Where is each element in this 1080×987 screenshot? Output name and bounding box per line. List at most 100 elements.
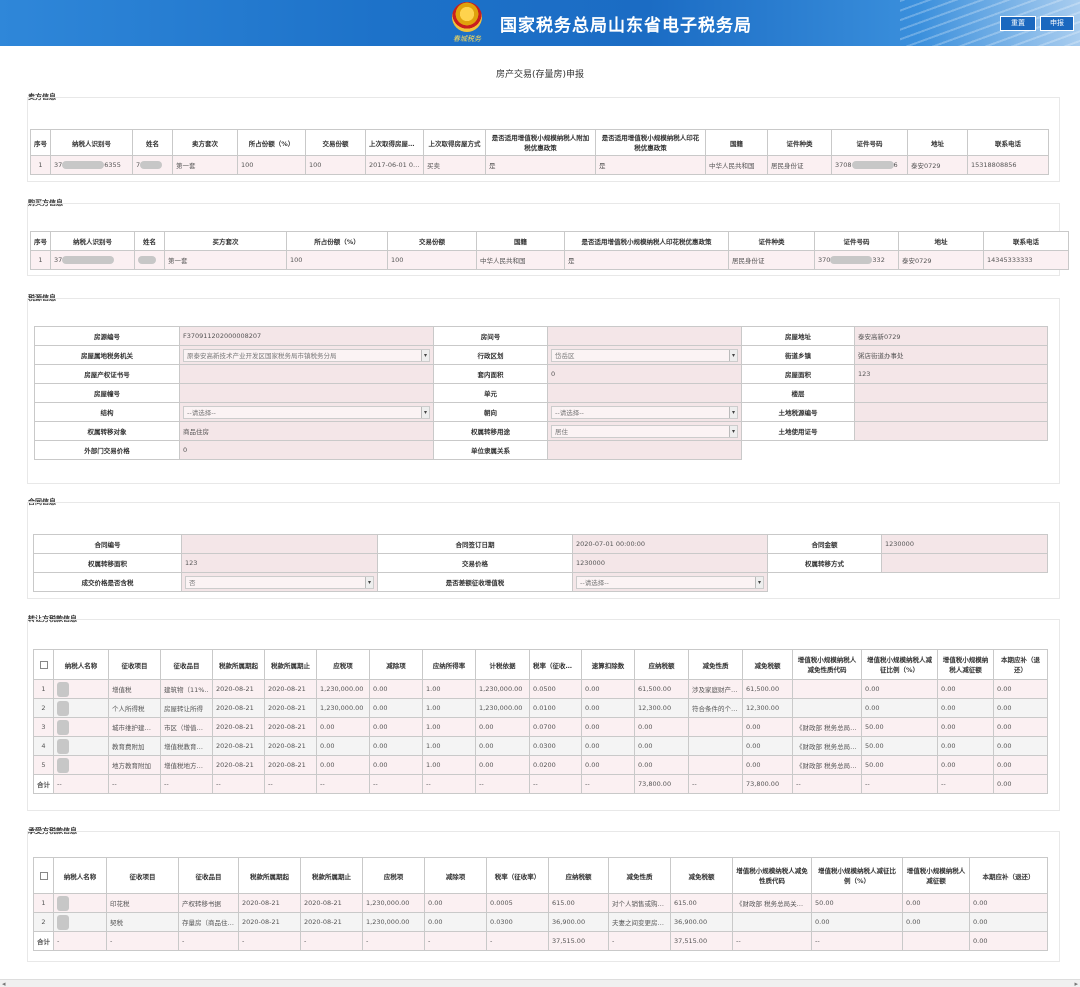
land-cert-input[interactable] bbox=[854, 421, 1048, 441]
table-cell: 印花税 bbox=[106, 893, 179, 913]
table-cell: 0.00 bbox=[993, 698, 1048, 718]
total-row: 合计 - - - - - - - -37,515.00-37,515.00 -- -- 0.00 bbox=[33, 931, 1048, 951]
tax-id-prefix: 37 bbox=[54, 256, 63, 264]
transferee-table: 纳税人名称 征收项目 征收品目 税款所属期起 税款所属期止 应税项 减除项 税率… bbox=[33, 857, 1048, 951]
table-cell: 市区（增值税附.. bbox=[160, 717, 213, 737]
table-cell: 0.00 bbox=[937, 679, 994, 699]
redacted-mark bbox=[57, 757, 69, 773]
district-select[interactable]: 岱岳区 ▾ bbox=[551, 348, 738, 362]
col-header: 上次取得房屋时间 bbox=[365, 129, 424, 156]
unit-rel-input[interactable] bbox=[547, 440, 742, 460]
table-row[interactable]: 1 增值税 建筑物（11%.. 2020-08-21 2020-08-21 1,230,0… bbox=[33, 679, 1048, 699]
contract-no-input[interactable] bbox=[181, 534, 378, 554]
table-row[interactable]: 2 个人所得税 房屋转让所得 2020-08-21 2020-08-21 1,230,00… bbox=[33, 698, 1048, 718]
redacted-mark bbox=[57, 738, 69, 754]
col-header: 税率（征收率） bbox=[529, 649, 582, 680]
table-cell: 0.00 bbox=[424, 893, 487, 913]
buyer-row[interactable]: 1 37 第一套 100 100 中华人民共和国 是 居民身份证 370 332 … bbox=[30, 250, 1069, 270]
table-row[interactable]: 3 城市维护建设税 市区（增值税附.. 2020-08-21 2020-08-21 0.0… bbox=[33, 717, 1048, 737]
building-input[interactable] bbox=[179, 383, 434, 403]
scroll-right-icon[interactable]: ▸ bbox=[1074, 980, 1078, 987]
id-prefix: 3708 bbox=[835, 161, 852, 169]
table-cell: 0.0700 bbox=[529, 717, 582, 737]
scroll-left-icon[interactable]: ◂ bbox=[2, 980, 6, 987]
orient-select[interactable]: --请选择-- ▾ bbox=[551, 405, 738, 419]
incl-tax-cell: 否 ▾ bbox=[181, 572, 378, 592]
address-cell: 泰安0729 bbox=[898, 250, 984, 270]
col-header: 增值税小规模纳税人减免性质代码 bbox=[792, 649, 862, 680]
submit-button[interactable]: 申报 bbox=[1040, 16, 1074, 31]
table-cell: 0.0300 bbox=[529, 736, 582, 756]
table-row[interactable]: 4 教育费附加 增值税教育费附.. 2020-08-21 2020-08-21 0.00 0… bbox=[33, 736, 1048, 756]
reset-button[interactable]: 重置 bbox=[1000, 16, 1036, 31]
table-cell: 1 bbox=[33, 679, 54, 699]
table-row[interactable]: 5 地方教育附加 增值税地方教育.. 2020-08-21 2020-08-21 0.00… bbox=[33, 755, 1048, 775]
cert-input[interactable] bbox=[179, 364, 434, 384]
total-cell: 合计 bbox=[33, 931, 54, 951]
inner-area-label: 套内面积 bbox=[433, 364, 548, 384]
structure-select[interactable]: --请选择-- ▾ bbox=[183, 405, 430, 419]
total-cell: -- bbox=[732, 931, 812, 951]
seller-table: 序号 纳税人识别号 姓名 卖方套次 所占份额（%） 交易份额 上次取得房屋时间 … bbox=[30, 129, 1049, 175]
col-header: 应税项 bbox=[316, 649, 370, 680]
trade-price-value[interactable]: 1230000 bbox=[572, 553, 768, 573]
chevron-down-icon: ▾ bbox=[729, 425, 737, 437]
land-no-input[interactable] bbox=[854, 402, 1048, 422]
contract-amount-value[interactable]: 1230000 bbox=[881, 534, 1048, 554]
col-header: 减免税额 bbox=[670, 857, 733, 894]
trade-price-label: 交易价格 bbox=[377, 553, 573, 573]
table-cell: 0.00 bbox=[369, 736, 423, 756]
room-input[interactable] bbox=[547, 326, 742, 346]
inner-area-value[interactable]: 0 bbox=[547, 364, 742, 384]
floor-input[interactable] bbox=[854, 383, 1048, 403]
name-cell bbox=[134, 250, 165, 270]
table-cell: 2020-08-21 bbox=[212, 717, 265, 737]
vat-stamp-cell: 是 bbox=[564, 250, 729, 270]
table-cell: 0.00 bbox=[316, 717, 370, 737]
incl-tax-select[interactable]: 否 ▾ bbox=[185, 575, 374, 589]
contract-date-value[interactable]: 2020-07-01 00:00:00 bbox=[572, 534, 768, 554]
transfer-way-input[interactable] bbox=[881, 553, 1048, 573]
table-cell: 4 bbox=[33, 736, 54, 756]
chevron-down-icon: ▾ bbox=[365, 576, 373, 588]
set-cell: 第一套 bbox=[172, 155, 238, 175]
table-cell: 0.0300 bbox=[486, 912, 549, 932]
table-row[interactable]: 1 印花税 产权转移书据 2020-08-21 2020-08-21 1,230,000.… bbox=[33, 893, 1048, 913]
tax-id-cell: 37 bbox=[50, 250, 135, 270]
table-cell: 0.00 bbox=[369, 698, 423, 718]
empty-cell bbox=[881, 572, 1048, 592]
transfer-use-value: 居住 bbox=[555, 428, 568, 436]
table-cell: 1.00 bbox=[422, 755, 476, 775]
unit-input[interactable] bbox=[547, 383, 742, 403]
select-all-checkbox[interactable] bbox=[39, 660, 48, 669]
horizontal-scrollbar[interactable]: ◂ ▸ bbox=[0, 979, 1080, 987]
table-cell: 1.00 bbox=[422, 736, 476, 756]
col-header: 应税项 bbox=[362, 857, 425, 894]
tax-org-select[interactable]: 原泰安高新技术产业开发区国家税务局市镇税务分局 ▾ bbox=[183, 348, 430, 362]
table-cell: 0.00 bbox=[581, 679, 635, 699]
table-row[interactable]: 2 契税 存量房（商品住房） 2020-08-21 2020-08-21 1,230,00… bbox=[33, 912, 1048, 932]
transfer-use-select[interactable]: 居住 ▾ bbox=[551, 424, 738, 438]
table-cell: 《财政部 税务总局关.. bbox=[792, 736, 862, 756]
seller-row[interactable]: 1 37 6355 7 第一套 100 100 2017-06-01 00:00 … bbox=[30, 155, 1049, 175]
ext-price-value[interactable]: 0 bbox=[179, 440, 434, 460]
total-cell: -- bbox=[369, 774, 423, 794]
total-row: 合计 -- -- -- -- -- -- -- -- -- -- -- 73,800.00 -- 73,80… bbox=[33, 774, 1048, 794]
total-cell: -- bbox=[160, 774, 213, 794]
table-cell: 0.00 bbox=[369, 679, 423, 699]
taxpayer-name-cell bbox=[53, 717, 109, 737]
table-cell: 1.00 bbox=[422, 698, 476, 718]
taxpayer-name-cell bbox=[53, 893, 107, 913]
table-cell bbox=[792, 698, 862, 718]
street-label: 街道乡镇 bbox=[741, 345, 855, 365]
table-cell: 1,230,000.00 bbox=[475, 679, 530, 699]
transfer-area-value[interactable]: 123 bbox=[181, 553, 378, 573]
col-header: 计税依据 bbox=[475, 649, 530, 680]
table-cell: 0.0500 bbox=[529, 679, 582, 699]
diff-vat-select[interactable]: --请选择-- ▾ bbox=[576, 575, 764, 589]
area-value: 123 bbox=[854, 364, 1048, 384]
col-header: 证件种类 bbox=[767, 129, 832, 156]
total-cell: - bbox=[106, 931, 179, 951]
select-all-checkbox[interactable] bbox=[39, 871, 48, 880]
structure-value: --请选择-- bbox=[187, 409, 216, 417]
